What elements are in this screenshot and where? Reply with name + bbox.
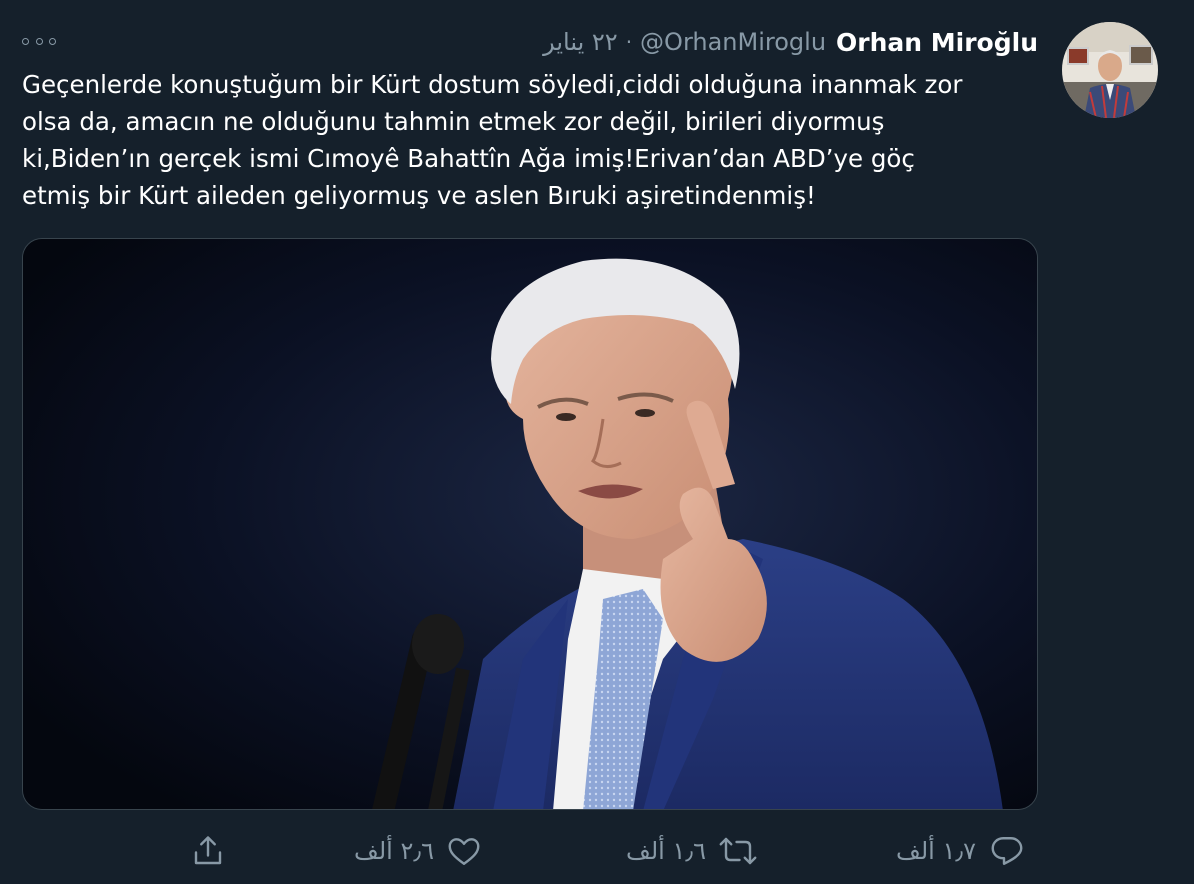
- reply-button[interactable]: ١٫٧ ألف: [896, 826, 1026, 876]
- like-button[interactable]: ٢٫٦ ألف: [354, 826, 482, 876]
- reply-count: ١٫٧ ألف: [896, 837, 977, 865]
- tweet-actions-bar: ٢٫٦ ألف ١٫٦ ألف ١٫٧ ألف: [0, 826, 1194, 876]
- tweet-header: ٢٢ يناير · @OrhanMiroglu Orhan Miroğlu: [543, 24, 1038, 60]
- reply-icon: [991, 837, 1023, 865]
- retweet-button[interactable]: ١٫٦ ألف: [626, 826, 758, 876]
- heart-icon: [448, 838, 480, 865]
- header-separator: ·: [625, 30, 633, 54]
- like-count: ٢٫٦ ألف: [354, 837, 435, 865]
- tweet-media-image[interactable]: [22, 238, 1038, 810]
- tweet-date[interactable]: ٢٢ يناير: [543, 28, 618, 56]
- user-handle[interactable]: @OrhanMiroglu: [640, 28, 826, 56]
- retweet-icon: [719, 837, 757, 865]
- more-dots-icon[interactable]: [22, 30, 56, 52]
- tweet-card[interactable]: ٢٢ يناير · @OrhanMiroglu Orhan Miroğlu G…: [0, 0, 1194, 884]
- display-name[interactable]: Orhan Miroğlu: [836, 28, 1038, 57]
- share-icon: [194, 836, 222, 865]
- share-button[interactable]: [190, 826, 226, 876]
- retweet-count: ١٫٦ ألف: [626, 837, 707, 865]
- tweet-text: Geçenlerde konuştuğum bir Kürt dostum sö…: [22, 70, 963, 210]
- avatar[interactable]: [1062, 22, 1158, 118]
